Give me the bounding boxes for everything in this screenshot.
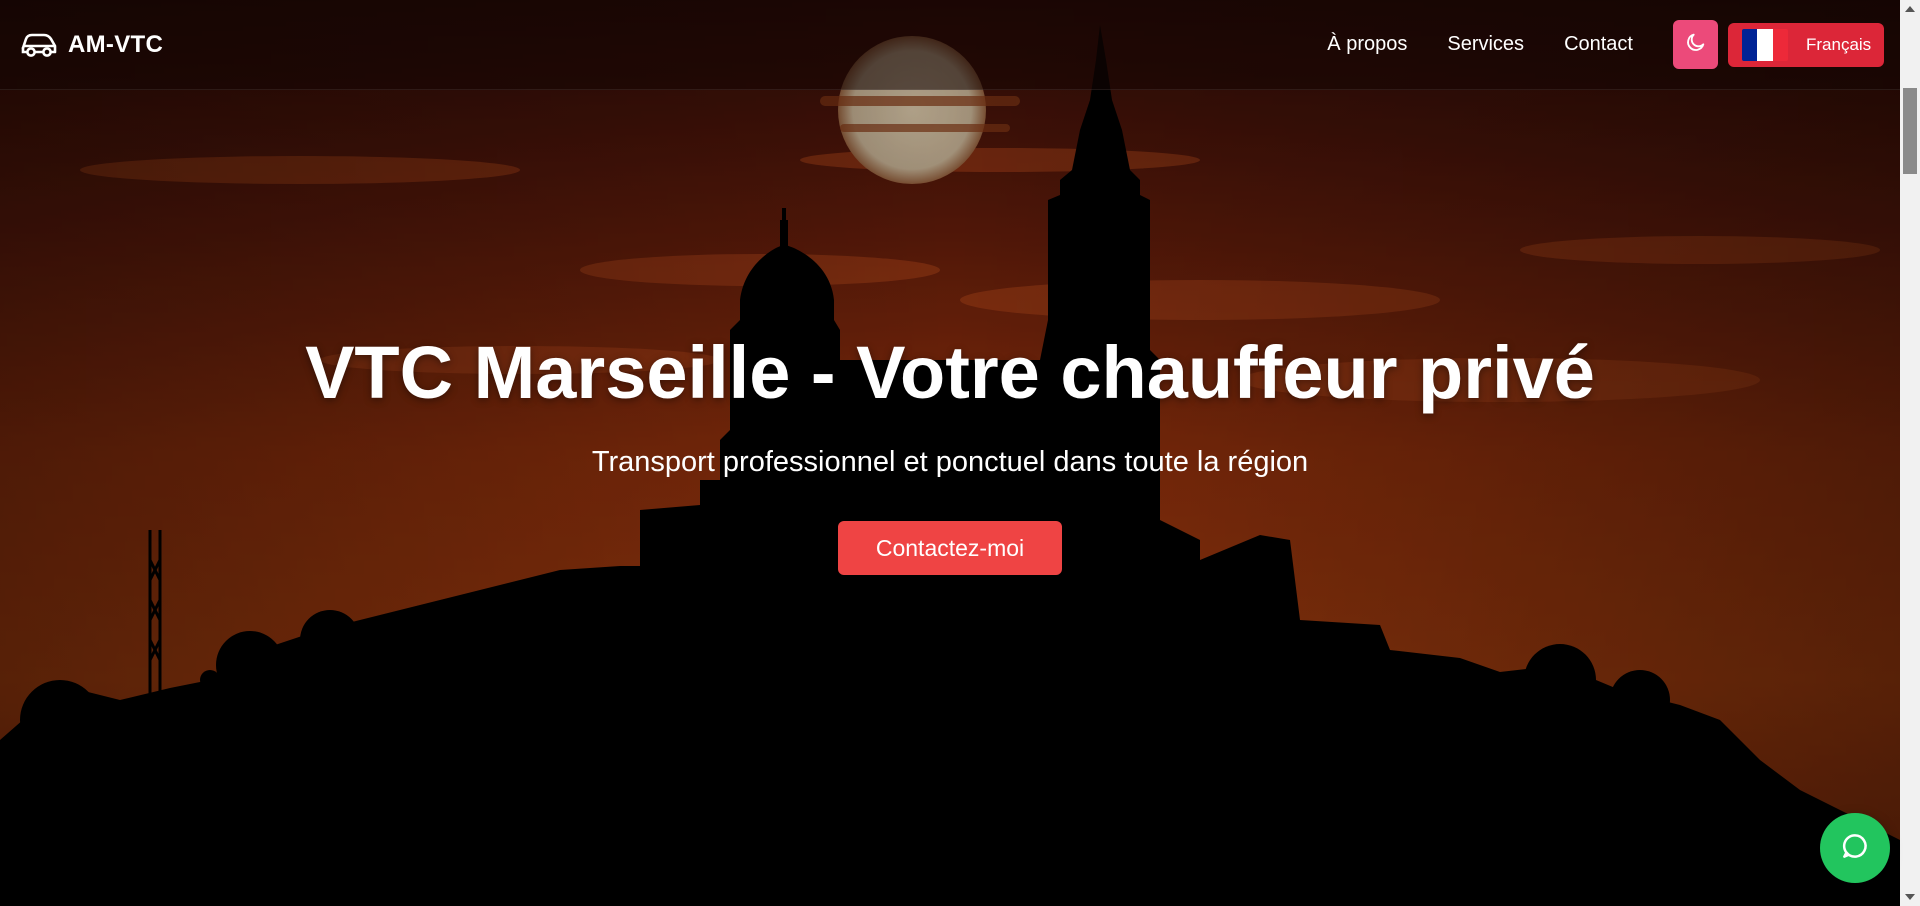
- page: AM-VTC À propos Services Contact Françai…: [0, 0, 1920, 906]
- scroll-down-arrow-icon[interactable]: [1905, 894, 1915, 900]
- hero-section: VTC Marseille - Votre chauffeur privé Tr…: [0, 0, 1900, 906]
- hero-subtitle: Transport professionnel et ponctuel dans…: [591, 446, 1309, 478]
- hero-title: VTC Marseille - Votre chauffeur privé: [305, 331, 1595, 414]
- chat-button[interactable]: [1820, 813, 1890, 883]
- chat-bubble-icon: [1840, 831, 1870, 866]
- scroll-up-arrow-icon[interactable]: [1905, 6, 1915, 12]
- page-scrollbar[interactable]: [1900, 0, 1920, 906]
- scrollbar-thumb[interactable]: [1903, 88, 1917, 174]
- contact-me-button[interactable]: Contactez-moi: [838, 521, 1062, 575]
